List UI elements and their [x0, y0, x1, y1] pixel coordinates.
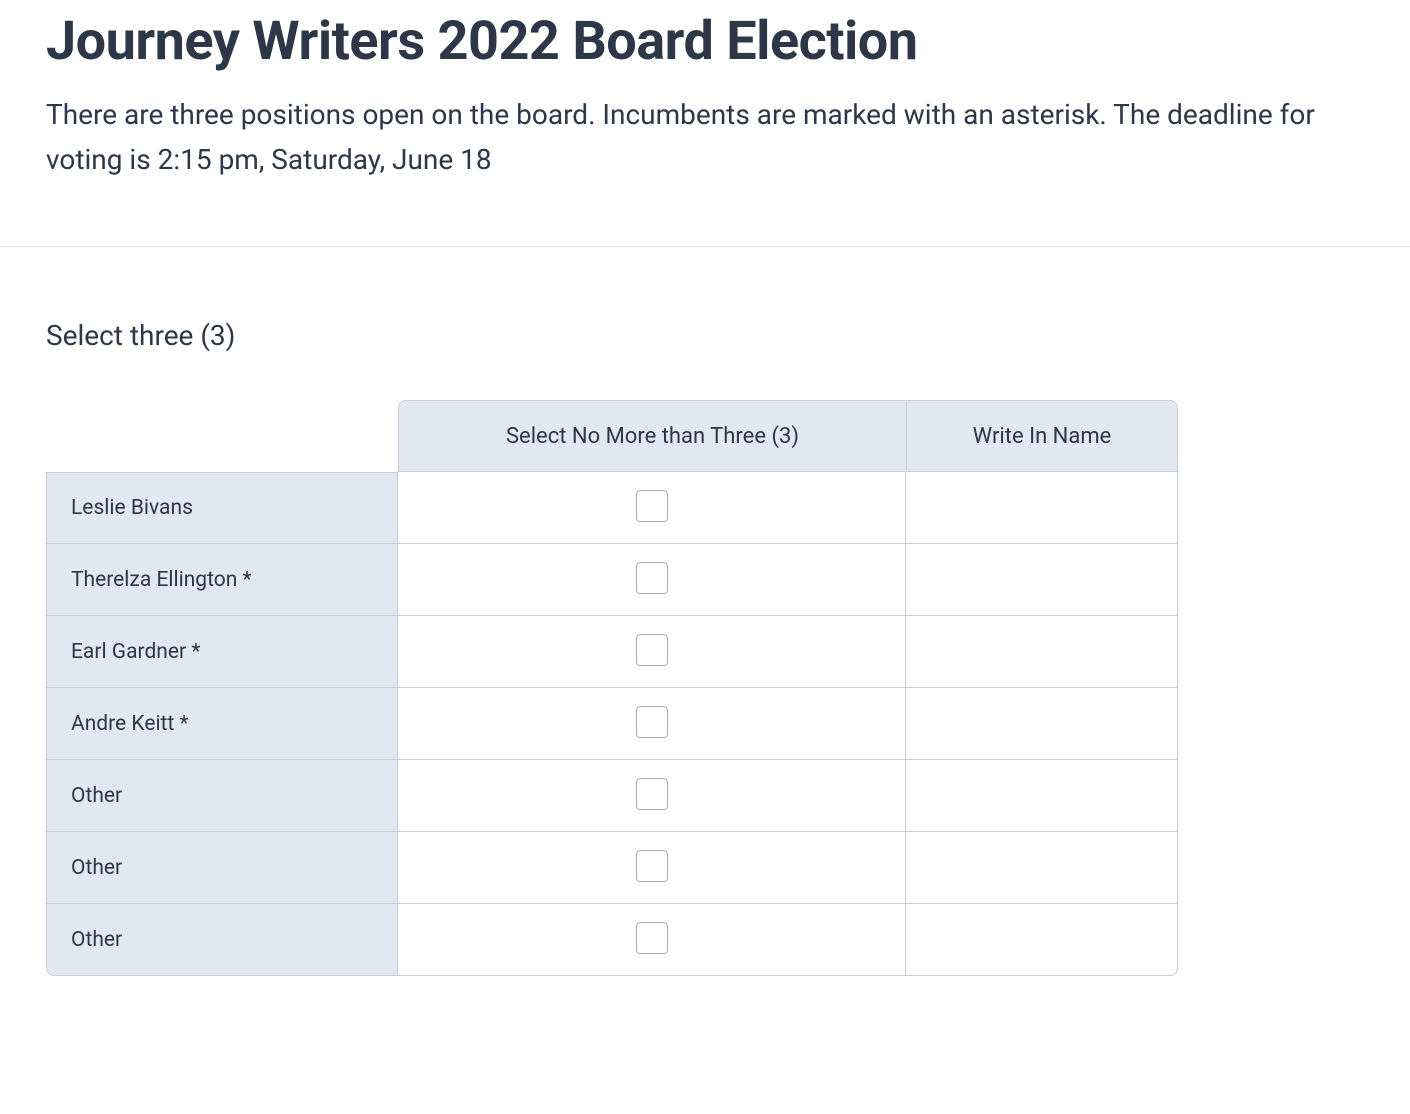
- table-row: Other: [46, 832, 1178, 904]
- writein-input[interactable]: [920, 632, 1164, 672]
- writein-input[interactable]: [920, 488, 1164, 528]
- candidate-label: Other: [46, 904, 398, 976]
- candidate-label: Leslie Bivans: [46, 472, 398, 544]
- column-header-writein: Write In Name: [906, 400, 1178, 472]
- writein-input[interactable]: [920, 776, 1164, 816]
- blank-corner-header: [46, 400, 398, 472]
- table-row: Andre Keitt *: [46, 688, 1178, 760]
- page-description: There are three positions open on the bo…: [46, 93, 1364, 183]
- ballot-table: Select No More than Three (3) Write In N…: [46, 400, 1178, 976]
- candidate-checkbox[interactable]: [636, 850, 668, 882]
- candidate-checkbox[interactable]: [636, 922, 668, 954]
- candidate-label: Other: [46, 760, 398, 832]
- candidate-label: Andre Keitt *: [46, 688, 398, 760]
- table-row: Other: [46, 904, 1178, 976]
- table-row: Other: [46, 760, 1178, 832]
- candidate-label: Other: [46, 832, 398, 904]
- table-row: Therelza Ellington *: [46, 544, 1178, 616]
- column-header-select: Select No More than Three (3): [398, 400, 906, 472]
- candidate-checkbox[interactable]: [636, 706, 668, 738]
- table-row: Leslie Bivans: [46, 472, 1178, 544]
- candidate-label: Earl Gardner *: [46, 616, 398, 688]
- writein-input[interactable]: [920, 560, 1164, 600]
- candidate-checkbox[interactable]: [636, 778, 668, 810]
- candidate-checkbox[interactable]: [636, 490, 668, 522]
- page-title: Journey Writers 2022 Board Election: [46, 10, 1364, 75]
- candidate-checkbox[interactable]: [636, 562, 668, 594]
- writein-input[interactable]: [920, 704, 1164, 744]
- table-row: Earl Gardner *: [46, 616, 1178, 688]
- instruction-text: Select three (3): [46, 319, 1364, 352]
- candidate-checkbox[interactable]: [636, 634, 668, 666]
- writein-input[interactable]: [920, 848, 1164, 888]
- candidate-label: Therelza Ellington *: [46, 544, 398, 616]
- writein-input[interactable]: [920, 920, 1164, 960]
